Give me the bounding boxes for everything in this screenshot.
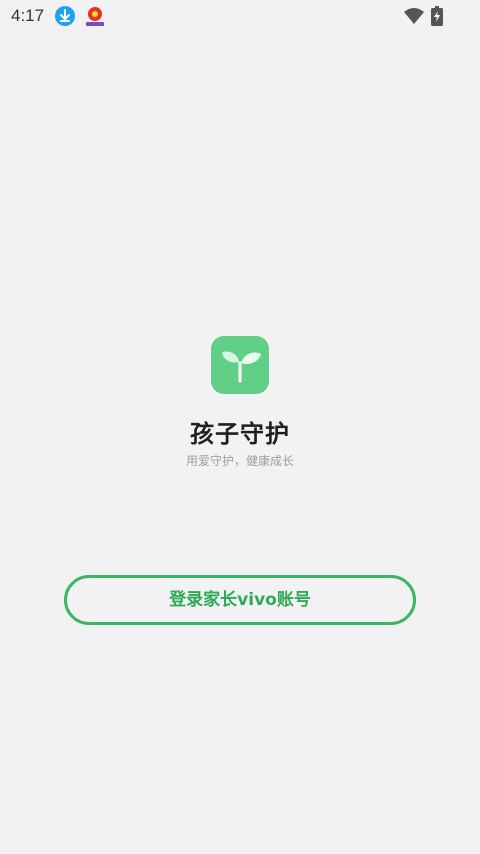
sprout-icon xyxy=(222,351,261,383)
app-notification-icon xyxy=(84,5,106,27)
wifi-icon xyxy=(403,7,425,25)
status-time: 4:17 xyxy=(11,6,45,25)
download-icon xyxy=(55,6,75,26)
app-logo xyxy=(211,336,269,394)
battery-charging-icon xyxy=(431,6,443,26)
login-parent-vivo-account-button[interactable]: 登录家长vivo账号 xyxy=(64,575,416,625)
app-title: 孩子守护 xyxy=(190,420,290,448)
app-subtitle: 用爱守护，健康成长 xyxy=(185,454,294,468)
status-bar: 4:17 xyxy=(0,0,480,32)
